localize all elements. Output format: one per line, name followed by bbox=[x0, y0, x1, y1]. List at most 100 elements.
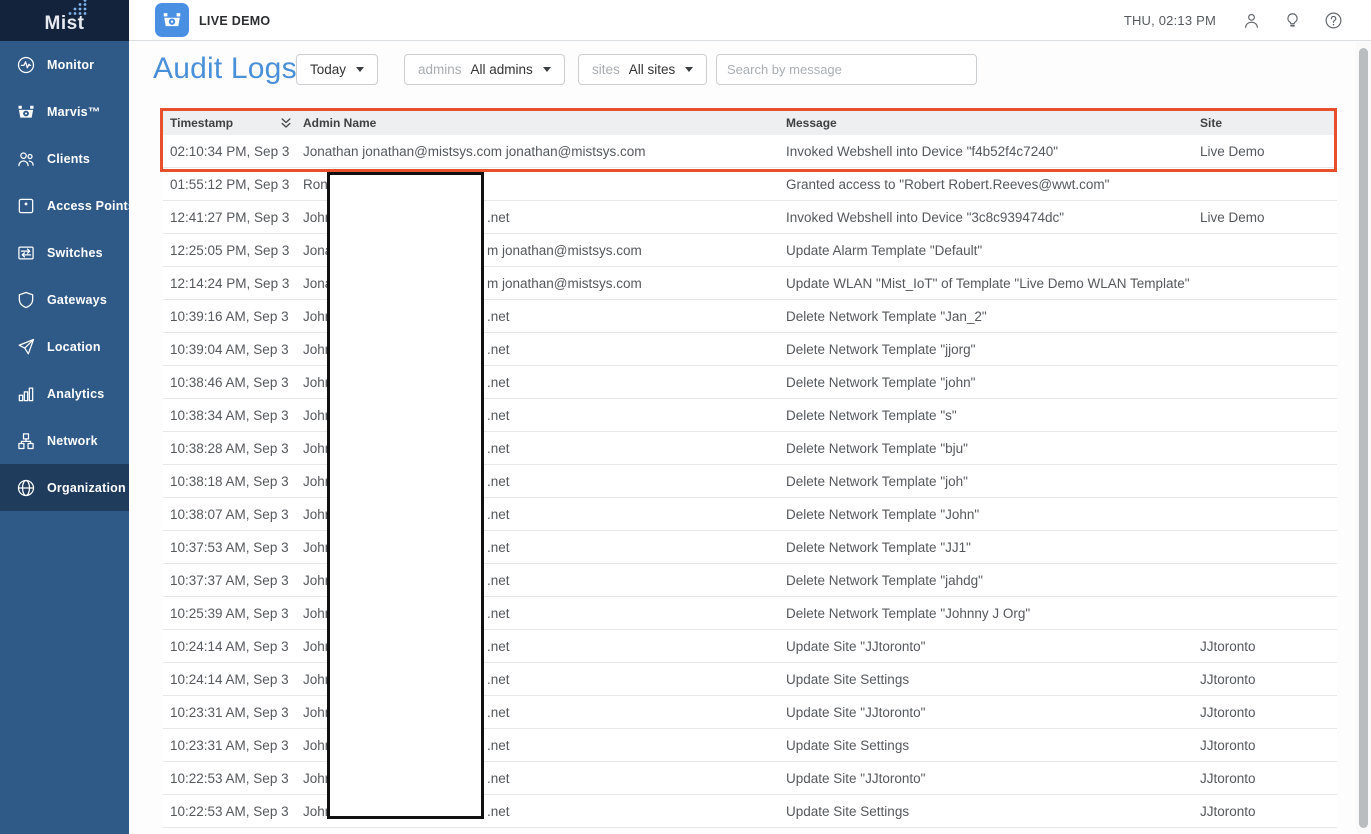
admin-name-suffix-text: .net bbox=[487, 498, 510, 530]
cell-message: Granted access to "Robert Robert.Reeves@… bbox=[786, 177, 1200, 192]
cell-timestamp: 10:23:31 AM, Sep 3 bbox=[163, 705, 303, 720]
person-icon[interactable] bbox=[1242, 11, 1261, 30]
admin-name-suffix-text: .net bbox=[487, 300, 510, 332]
sidebar-item-label: Analytics bbox=[47, 387, 104, 401]
sidebar-item-switches[interactable]: Switches bbox=[0, 229, 129, 276]
sidebar-item-access-points[interactable]: Access Points bbox=[0, 182, 129, 229]
sidebar-item-analytics[interactable]: Analytics bbox=[0, 370, 129, 417]
top-bar: Mist LIVE DEMO THU, 02:13 PM bbox=[0, 0, 1371, 41]
sidebar-item-label: Clients bbox=[47, 152, 90, 166]
cell-message: Delete Network Template "John" bbox=[786, 507, 1200, 522]
help-icon[interactable] bbox=[1324, 11, 1343, 30]
cell-timestamp: 01:55:12 PM, Sep 3 bbox=[163, 177, 303, 192]
cell-message: Update Site "JJtoronto" bbox=[786, 705, 1200, 720]
cell-message: Update Alarm Template "Default" bbox=[786, 243, 1200, 258]
cell-message: Update Site Settings bbox=[786, 738, 1200, 753]
redaction-box bbox=[327, 172, 484, 819]
organization-icon bbox=[16, 478, 36, 498]
admin-name-suffix-text: .net bbox=[487, 663, 510, 695]
sidebar-item-organization[interactable]: Organization bbox=[0, 464, 129, 511]
brand-logo-text: Mist bbox=[45, 13, 85, 34]
table-row[interactable]: 02:10:34 PM, Sep 3Jonathan jonathan@mist… bbox=[163, 135, 1337, 168]
cell-timestamp: 10:24:14 AM, Sep 3 bbox=[163, 672, 303, 687]
location-icon bbox=[16, 337, 36, 357]
sidebar-item-location[interactable]: Location bbox=[0, 323, 129, 370]
switches-icon bbox=[16, 243, 36, 263]
org-name-label: LIVE DEMO bbox=[199, 0, 270, 41]
sidebar-item-gateways[interactable]: Gateways bbox=[0, 276, 129, 323]
admin-name-suffix-text: .net bbox=[487, 465, 510, 497]
cell-message: Delete Network Template "JJ1" bbox=[786, 540, 1200, 555]
duration-filter-value: Today bbox=[310, 62, 346, 77]
column-header-label: Site bbox=[1200, 116, 1222, 130]
sidebar-item-monitor[interactable]: Monitor bbox=[0, 41, 129, 88]
admin-name-suffix-text: .net bbox=[487, 795, 510, 827]
cell-message: Update Site "JJtoronto" bbox=[786, 771, 1200, 786]
admin-name-suffix-text: .net bbox=[487, 762, 510, 794]
admin-name-suffix-text: .net bbox=[487, 366, 510, 398]
sidebar-item-clients[interactable]: Clients bbox=[0, 135, 129, 182]
sidebar-item-label: Marvis™ bbox=[47, 105, 101, 119]
cell-message: Delete Network Template "john" bbox=[786, 375, 1200, 390]
duration-filter-dropdown[interactable]: Today bbox=[296, 54, 378, 85]
analytics-icon bbox=[16, 384, 36, 404]
cell-site: Live Demo bbox=[1200, 210, 1337, 225]
sort-descending-icon[interactable] bbox=[279, 116, 293, 130]
cell-site: JJtoronto bbox=[1200, 771, 1337, 786]
chevron-down-icon bbox=[356, 67, 364, 72]
cell-site: JJtoronto bbox=[1200, 738, 1337, 753]
admin-name-suffix-text: .net bbox=[487, 597, 510, 629]
cell-message: Update Site Settings bbox=[786, 804, 1200, 819]
sidebar-item-marvis[interactable]: Marvis™ bbox=[0, 88, 129, 135]
cell-timestamp: 10:38:46 AM, Sep 3 bbox=[163, 375, 303, 390]
mist-logo[interactable]: Mist bbox=[0, 0, 129, 41]
access-point-badge-icon bbox=[161, 9, 183, 31]
sidebar-item-label: Gateways bbox=[47, 293, 107, 307]
cell-timestamp: 12:41:27 PM, Sep 3 bbox=[163, 210, 303, 225]
app-window: Mist LIVE DEMO THU, 02:13 PM bbox=[0, 0, 1371, 834]
admin-name-suffix-text: .net bbox=[487, 564, 510, 596]
column-header-timestamp[interactable]: Timestamp bbox=[163, 111, 303, 135]
cell-site: JJtoronto bbox=[1200, 705, 1337, 720]
cell-message: Delete Network Template "bju" bbox=[786, 441, 1200, 456]
admin-name-text: Jonathan jonathan@mistsys.com jonathan@m… bbox=[303, 144, 646, 159]
lightbulb-icon[interactable] bbox=[1283, 11, 1302, 30]
cell-site: Live Demo bbox=[1200, 144, 1337, 159]
access-points-icon bbox=[16, 196, 36, 216]
cell-message: Delete Network Template "jahdg" bbox=[786, 573, 1200, 588]
cell-message: Delete Network Template "Johnny J Org" bbox=[786, 606, 1200, 621]
scrollbar-thumb[interactable] bbox=[1359, 48, 1368, 828]
sidebar-item-network[interactable]: Network bbox=[0, 417, 129, 464]
cell-timestamp: 10:24:14 AM, Sep 3 bbox=[163, 639, 303, 654]
cell-site: JJtoronto bbox=[1200, 672, 1337, 687]
admins-filter-label: admins bbox=[418, 62, 462, 77]
sidebar-item-label: Location bbox=[47, 340, 101, 354]
cell-timestamp: 12:14:24 PM, Sep 3 bbox=[163, 276, 303, 291]
org-badge[interactable] bbox=[155, 3, 189, 37]
sites-filter-dropdown[interactable]: sites All sites bbox=[578, 54, 707, 85]
scrollbar-track[interactable] bbox=[1356, 42, 1371, 834]
search-input[interactable] bbox=[716, 54, 977, 85]
admin-name-suffix-text: .net bbox=[487, 432, 510, 464]
column-header-message[interactable]: Message bbox=[786, 111, 1200, 135]
cell-timestamp: 10:25:39 AM, Sep 3 bbox=[163, 606, 303, 621]
admin-name-suffix-text: m jonathan@mistsys.com bbox=[487, 234, 642, 266]
column-header-label: Admin Name bbox=[303, 116, 376, 130]
sidebar-nav: Monitor Marvis™ Clients Access PointsSwitch… bbox=[0, 41, 129, 834]
admin-name-suffix-text: .net bbox=[487, 696, 510, 728]
cell-message: Invoked Webshell into Device "f4b52f4c72… bbox=[786, 144, 1200, 159]
cell-message: Update Site Settings bbox=[786, 672, 1200, 687]
column-header-admin-name[interactable]: Admin Name bbox=[303, 111, 786, 135]
cell-message: Delete Network Template "joh" bbox=[786, 474, 1200, 489]
column-header-site[interactable]: Site bbox=[1200, 111, 1337, 135]
marvis-icon bbox=[16, 102, 36, 122]
column-header-label: Timestamp bbox=[170, 116, 233, 130]
cell-timestamp: 10:38:18 AM, Sep 3 bbox=[163, 474, 303, 489]
cell-timestamp: 10:22:53 AM, Sep 3 bbox=[163, 804, 303, 819]
network-icon bbox=[16, 431, 36, 451]
cell-timestamp: 10:37:37 AM, Sep 3 bbox=[163, 573, 303, 588]
cell-timestamp: 02:10:34 PM, Sep 3 bbox=[163, 144, 303, 159]
admins-filter-dropdown[interactable]: admins All admins bbox=[404, 54, 565, 85]
chevron-down-icon bbox=[685, 67, 693, 72]
gateways-icon bbox=[16, 290, 36, 310]
